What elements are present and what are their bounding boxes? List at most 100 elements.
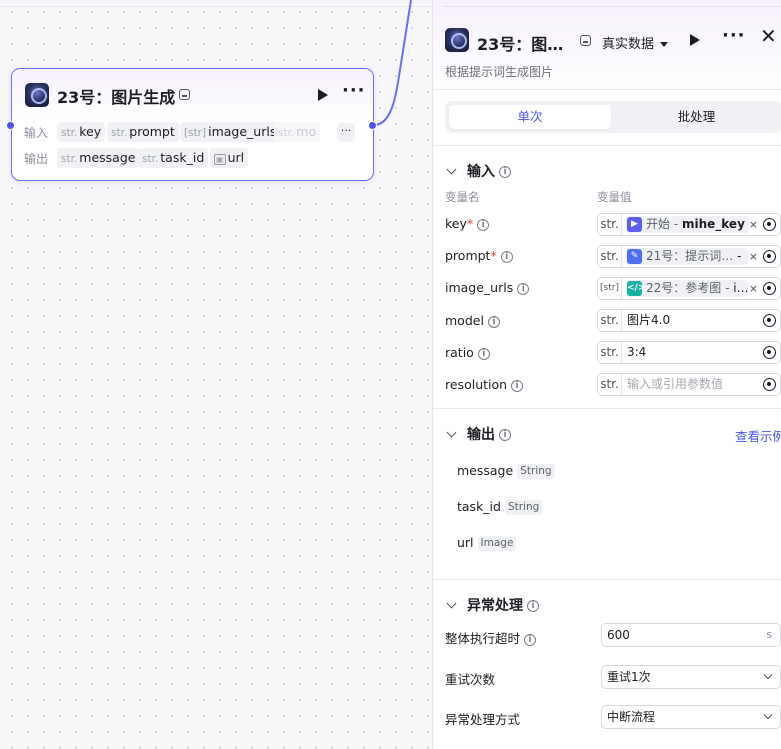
value-placeholder: 输入或引用参数值 <box>627 377 724 391</box>
node-output-tag: str. message <box>57 148 140 168</box>
var-name-model: model i <box>445 313 500 328</box>
panel-avatar <box>445 28 469 52</box>
clear-reference-button[interactable]: × <box>749 278 758 299</box>
caret-down-icon <box>660 42 669 47</box>
node-output-tag: str. task_id <box>138 148 209 168</box>
node-output-tag: ▣ url <box>210 148 249 168</box>
node-title: 23号：图片生成 <box>57 88 176 107</box>
divider <box>433 408 781 409</box>
info-icon: i <box>477 218 490 231</box>
reference-picker-icon[interactable] <box>763 378 776 391</box>
column-header-value: 变量值 <box>597 190 632 204</box>
output-item: message String <box>457 463 555 479</box>
node-input-port[interactable] <box>6 121 15 130</box>
var-name-resolution: resolution i <box>445 377 524 392</box>
close-icon[interactable]: ✕ <box>760 26 777 46</box>
type-badge: str. <box>598 342 622 363</box>
type-badge: str. <box>598 310 622 331</box>
variable-reference-chip[interactable]: ✎ 21号：提示词… - <box>626 248 748 265</box>
node-settings-panel: 23号：图… 真实数据 ··· ✕ 根据提示词生成图片 单次 批处理 输入 i 变… <box>432 0 781 749</box>
node-more-button[interactable]: ··· <box>342 82 366 100</box>
canvas-top-edge <box>0 0 432 7</box>
chevron-down-icon <box>446 427 457 438</box>
divider <box>433 145 781 146</box>
prompt-node-icon: ✎ <box>627 249 642 264</box>
value-field-prompt[interactable]: str. ✎ 21号：提示词… - × <box>597 245 781 268</box>
chevron-down-icon <box>446 164 457 175</box>
info-icon: i <box>499 429 511 441</box>
value-field-model[interactable]: str. 图片4.0 <box>597 309 781 332</box>
tab-single[interactable]: 单次 <box>449 105 611 129</box>
reference-picker-icon[interactable] <box>763 218 776 231</box>
type-badge: [str] <box>598 278 622 299</box>
data-mode-dropdown[interactable]: 真实数据 <box>602 33 669 52</box>
node-input-tag: str. prompt <box>107 122 179 142</box>
reference-picker-icon[interactable] <box>763 250 776 263</box>
var-name-ratio: ratio i <box>445 345 490 360</box>
info-icon: i <box>524 633 537 646</box>
node-input-label: 输入 <box>24 126 49 140</box>
error-mode-select[interactable]: 中断流程 <box>601 705 781 729</box>
node-avatar <box>25 83 49 107</box>
image-generation-node[interactable]: 23号：图片生成 ··· 输入 str. key str. prompt [str]… <box>11 68 374 181</box>
var-name-image-urls: image_urls i <box>445 280 530 295</box>
variable-reference-chip[interactable]: ▶ 开始 - mihe_key <box>626 216 749 233</box>
info-icon: i <box>487 315 500 328</box>
timeout-label: 整体执行超时 i <box>445 628 537 647</box>
type-badge: str. <box>598 214 622 235</box>
value-text: 3:4 <box>627 345 647 359</box>
output-item: task_id String <box>457 499 543 515</box>
info-icon: i <box>477 347 490 360</box>
tab-batch[interactable]: 批处理 <box>615 105 778 129</box>
panel-title: 23号：图… <box>477 35 564 54</box>
value-field-key[interactable]: str. ▶ 开始 - mihe_key × <box>597 213 781 236</box>
copy-icon[interactable] <box>179 89 190 100</box>
panel-top-divider <box>443 6 781 7</box>
value-field-resolution[interactable]: str. 输入或引用参数值 <box>597 373 781 396</box>
workflow-canvas[interactable]: 23号：图片生成 ··· 输入 str. key str. prompt [str]… <box>0 0 432 749</box>
error-section-header[interactable]: 异常处理 i <box>445 595 539 615</box>
output-item: url Image <box>457 535 517 551</box>
info-icon: i <box>511 379 524 392</box>
divider <box>433 579 781 580</box>
node-input-tag: str. mo <box>274 122 320 142</box>
code-node-icon: </> <box>627 281 645 296</box>
reference-picker-icon[interactable] <box>763 314 776 327</box>
type-badge: str. <box>598 374 622 395</box>
reference-picker-icon[interactable] <box>763 346 776 359</box>
view-example-link[interactable]: 查看示例 <box>735 426 781 445</box>
chevron-down-icon <box>446 598 457 609</box>
mode-tabs: 单次 批处理 <box>445 101 781 133</box>
start-node-icon: ▶ <box>627 217 642 232</box>
node-input-tag: [str] image_urls <box>180 122 281 142</box>
column-header-name: 变量名 <box>445 190 480 204</box>
info-icon: i <box>517 282 530 295</box>
input-section-header[interactable]: 输入 i <box>445 161 511 181</box>
panel-more-button[interactable]: ··· <box>722 27 746 45</box>
panel-description: 根据提示词生成图片 <box>445 65 554 79</box>
clear-reference-button[interactable]: × <box>749 246 758 267</box>
run-node-button[interactable] <box>318 89 328 101</box>
clear-reference-button[interactable]: × <box>749 214 758 235</box>
copy-icon[interactable] <box>580 35 591 46</box>
value-field-ratio[interactable]: str. 3:4 <box>597 341 781 364</box>
chevron-down-icon <box>763 670 773 680</box>
timeout-input[interactable]: 600 s <box>601 623 781 647</box>
reference-picker-icon[interactable] <box>763 282 776 295</box>
var-name-key: key* i <box>445 216 490 231</box>
retry-select[interactable]: 重试1次 <box>601 665 781 689</box>
chevron-down-icon <box>763 710 773 720</box>
node-output-port[interactable] <box>368 121 377 130</box>
value-text: 图片4.0 <box>627 313 671 327</box>
value-field-image-urls[interactable]: [str] </> 22号：参考图 - i… × <box>597 277 781 300</box>
info-icon: i <box>527 600 539 612</box>
info-icon: i <box>499 166 511 178</box>
output-section-header[interactable]: 输出 i <box>445 424 511 444</box>
node-inputs-more-button[interactable]: ··· <box>337 123 355 142</box>
run-test-button[interactable] <box>690 34 700 46</box>
variable-reference-chip[interactable]: </> 22号：参考图 - i… <box>626 280 748 297</box>
retry-label: 重试次数 <box>445 672 496 687</box>
var-name-prompt: prompt* i <box>445 248 513 263</box>
error-mode-label: 异常处理方式 <box>445 712 521 727</box>
info-icon: i <box>500 250 513 263</box>
